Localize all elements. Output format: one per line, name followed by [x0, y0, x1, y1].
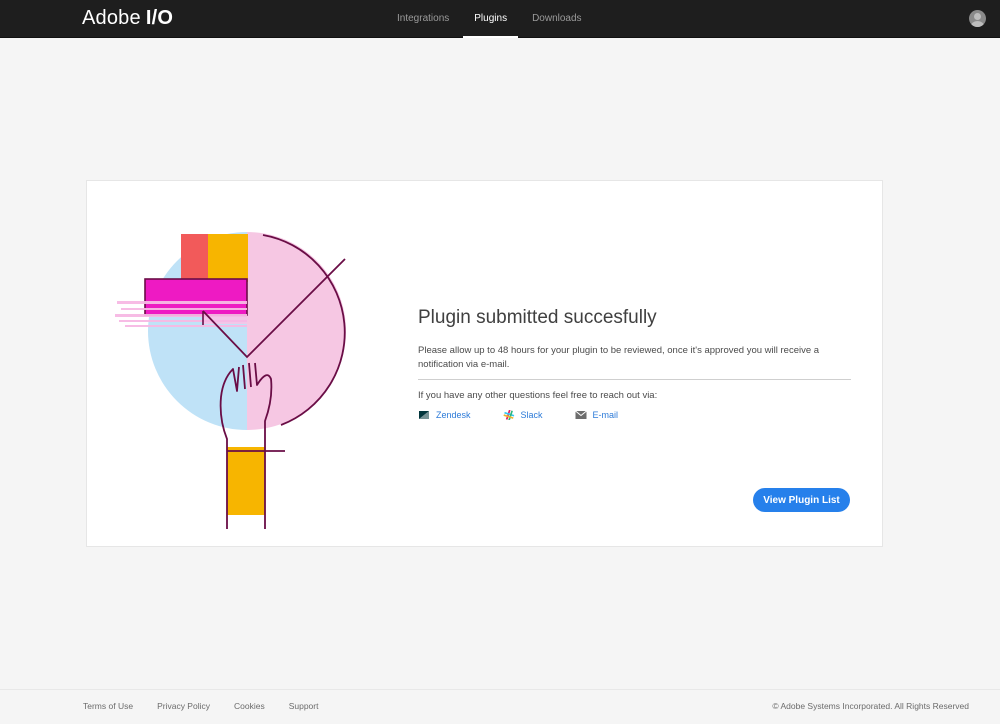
main-nav: Integrations Plugins Downloads — [386, 0, 596, 38]
footer-link-privacy[interactable]: Privacy Policy — [157, 701, 210, 711]
slack-icon — [503, 410, 514, 420]
zendesk-link[interactable]: Zendesk — [418, 410, 471, 420]
view-plugin-list-button[interactable]: View Plugin List — [753, 488, 850, 512]
email-link[interactable]: E-mail — [574, 410, 619, 420]
mail-icon — [574, 410, 587, 419]
nav-item-integrations[interactable]: Integrations — [386, 0, 460, 38]
review-description: Please allow up to 48 hours for your plu… — [418, 345, 820, 370]
slack-link[interactable]: Slack — [503, 410, 543, 420]
page-footer: Terms of Use Privacy Policy Cookies Supp… — [0, 689, 1000, 724]
illustration-graphic — [115, 232, 346, 529]
contact-links: Zendesk Slack E-mail — [418, 410, 851, 420]
user-avatar-icon[interactable] — [969, 10, 986, 27]
top-bar: Adobe I/O Integrations Plugins Downloads — [0, 0, 1000, 38]
nav-item-downloads[interactable]: Downloads — [521, 0, 592, 38]
footer-link-terms[interactable]: Terms of Use — [83, 701, 133, 711]
slack-label: Slack — [520, 410, 543, 420]
footer-links: Terms of Use Privacy Policy Cookies Supp… — [83, 701, 342, 711]
submission-content: Plugin submitted succesfully Please allo… — [418, 307, 851, 420]
brand-logo[interactable]: Adobe I/O — [82, 7, 173, 30]
brand-secondary: I/O — [145, 7, 174, 29]
footer-link-support[interactable]: Support — [289, 701, 319, 711]
email-label: E-mail — [592, 410, 619, 420]
zendesk-icon — [419, 411, 429, 419]
hand-checkmark-illustration — [115, 229, 355, 534]
brand-primary: Adobe — [82, 7, 141, 29]
zendesk-label: Zendesk — [436, 410, 471, 420]
content-divider — [418, 379, 851, 380]
submission-card: Plugin submitted succesfully Please allo… — [86, 180, 883, 547]
copyright-text: © Adobe Systems Incorporated. All Rights… — [772, 701, 969, 711]
contact-prompt: If you have any other questions feel fre… — [418, 390, 658, 401]
footer-link-cookies[interactable]: Cookies — [234, 701, 265, 711]
nav-item-plugins[interactable]: Plugins — [463, 0, 518, 38]
page-title: Plugin submitted succesfully — [418, 307, 657, 328]
